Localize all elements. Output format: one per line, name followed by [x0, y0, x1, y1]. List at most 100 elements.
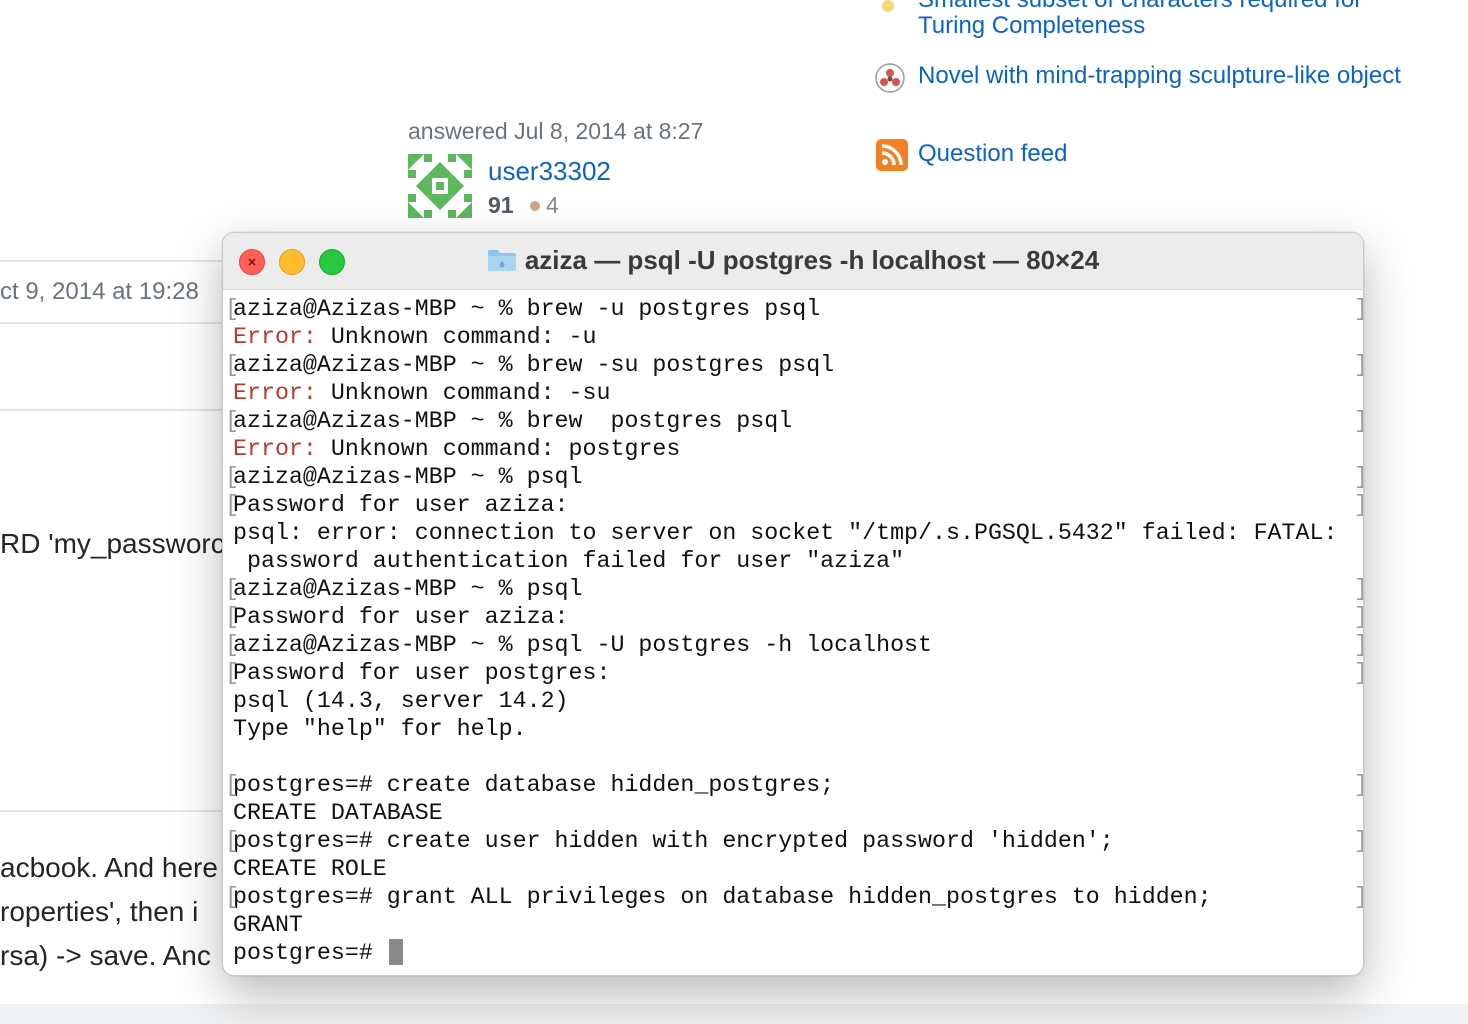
question-feed-link[interactable]: Question feed — [918, 140, 1067, 168]
terminal-line: postgres=# — [233, 939, 1353, 967]
mark-bracket-right: ] — [1354, 463, 1363, 491]
mark-bracket-right: ] — [1354, 603, 1363, 631]
terminal-output[interactable]: [aziza@Azizas-MBP ~ % brew -u postgres p… — [225, 295, 1363, 967]
terminal-line: Error: Unknown command: -u — [233, 323, 1353, 351]
terminal-line-text: Unknown command: postgres — [316, 436, 681, 462]
terminal-line-text: aziza@Azizas-MBP ~ % brew -su postgres p… — [233, 352, 835, 378]
terminal-line: Error: Unknown command: -su — [233, 379, 1353, 407]
terminal-line: [aziza@Azizas-MBP ~ % brew -u postgres p… — [225, 295, 1363, 323]
mark-bracket-left: [ — [225, 296, 239, 322]
terminal-line-text: Password for user aziza: — [233, 492, 569, 518]
error-label: Error: — [233, 324, 317, 350]
terminal-line: [Password for user aziza:] — [225, 603, 1363, 631]
answer-text: RD 'my_passworc — [0, 528, 225, 559]
hot-question-link[interactable]: Turing Completeness — [918, 12, 1145, 40]
terminal-line-text: postgres=# create user hidden with encry… — [233, 828, 1114, 854]
terminal-line-text: postgres=# create database hidden_postgr… — [233, 772, 835, 798]
terminal-line-text: Password for user aziza: — [233, 604, 569, 630]
mark-bracket-right: ] — [1354, 351, 1363, 379]
terminal-line-text: aziza@Azizas-MBP ~ % brew postgres psql — [233, 408, 793, 434]
identicon-avatar[interactable] — [408, 154, 472, 218]
terminal-line: [postgres=# create user hidden with encr… — [225, 827, 1363, 855]
terminal-line: Error: Unknown command: postgres — [233, 435, 1353, 463]
terminal-line: Type "help" for help. — [233, 715, 1353, 743]
divider — [0, 409, 224, 411]
mark-bracket-right: ] — [1354, 771, 1363, 799]
mark-bracket-left: [ — [225, 576, 239, 602]
bronze-badge-count: 4 — [546, 192, 559, 218]
terminal-line-text: CREATE DATABASE — [233, 800, 443, 826]
answer-text: acbook. And here — [0, 852, 218, 883]
rss-icon — [876, 139, 908, 171]
user-name-link[interactable]: user33302 — [488, 156, 611, 187]
terminal-window[interactable]: aziza — psql -U postgres -h localhost — … — [222, 232, 1364, 976]
error-label: Error: — [233, 436, 317, 462]
mark-bracket-left: [ — [225, 352, 239, 378]
folder-icon — [487, 250, 516, 271]
terminal-line: GRANT — [233, 911, 1353, 939]
terminal-line: [Password for user aziza:] — [225, 491, 1363, 519]
site-icon — [874, 62, 906, 94]
mark-bracket-right: ] — [1354, 407, 1363, 435]
terminal-line: [aziza@Azizas-MBP ~ % brew -su postgres … — [225, 351, 1363, 379]
terminal-line: psql: error: connection to server on soc… — [233, 519, 1353, 547]
terminal-line-text: aziza@Azizas-MBP ~ % psql — [233, 576, 583, 602]
page-footer-strip — [0, 1004, 1468, 1024]
terminal-line: CREATE DATABASE — [233, 799, 1353, 827]
user-reputation: 91 — [488, 192, 514, 218]
terminal-line-text: CREATE ROLE — [233, 856, 387, 882]
terminal-line: password authentication failed for user … — [233, 547, 1353, 575]
text-cursor — [388, 939, 403, 965]
mark-bracket-right: ] — [1354, 631, 1363, 659]
terminal-line: [postgres=# create database hidden_postg… — [225, 771, 1363, 799]
terminal-line-text: psql: error: connection to server on soc… — [233, 520, 1338, 546]
terminal-line-text: postgres=# — [233, 940, 387, 966]
window-title-text: aziza — psql -U postgres -h localhost — … — [524, 245, 1100, 275]
terminal-line: [aziza@Azizas-MBP ~ % psql -U postgres -… — [225, 631, 1363, 659]
window-title: aziza — psql -U postgres -h localhost — … — [223, 245, 1363, 276]
mark-bracket-left: [ — [225, 408, 239, 434]
mark-bracket-left: [ — [225, 772, 239, 798]
answered-timestamp[interactable]: answered Jul 8, 2014 at 8:27 — [408, 118, 703, 145]
mark-bracket-left: [ — [225, 604, 239, 630]
terminal-line-text: aziza@Azizas-MBP ~ % brew -u postgres ps… — [233, 296, 821, 322]
mark-bracket-right: ] — [1354, 827, 1363, 855]
mark-bracket-right: ] — [1354, 883, 1363, 911]
hot-question-link[interactable]: Novel with mind-trapping sculpture-like … — [918, 62, 1401, 90]
mark-bracket-left: [ — [225, 492, 239, 518]
error-label: Error: — [233, 380, 317, 406]
mark-bracket-left: [ — [225, 884, 239, 910]
answer-text: rsa) -> save. Anc — [0, 940, 211, 971]
terminal-line-text: Unknown command: -u — [316, 324, 597, 350]
terminal-titlebar[interactable]: aziza — psql -U postgres -h localhost — … — [223, 233, 1363, 290]
terminal-line: CREATE ROLE — [233, 855, 1353, 883]
mark-bracket-left: [ — [225, 632, 239, 658]
bronze-badge-icon — [530, 201, 540, 211]
mark-bracket-left: [ — [225, 828, 239, 854]
divider — [0, 260, 224, 262]
terminal-line-text: aziza@Azizas-MBP ~ % psql — [233, 464, 583, 490]
hot-question-icon — [882, 0, 894, 12]
terminal-line: [aziza@Azizas-MBP ~ % psql] — [225, 463, 1363, 491]
divider — [0, 322, 224, 324]
mark-bracket-left: [ — [225, 660, 239, 686]
comment-date[interactable]: ct 9, 2014 at 19:28 — [0, 278, 199, 306]
terminal-line-text: psql (14.3, server 14.2) — [233, 688, 569, 714]
answer-text: roperties', then i — [0, 896, 199, 927]
divider — [0, 810, 224, 812]
terminal-line-text: password authentication failed for user … — [233, 548, 905, 574]
mark-bracket-right: ] — [1354, 491, 1363, 519]
terminal-line-text: postgres=# grant ALL privileges on datab… — [233, 884, 1212, 910]
mark-bracket-right: ] — [1354, 659, 1363, 687]
terminal-line: psql (14.3, server 14.2) — [233, 687, 1353, 715]
terminal-line: [postgres=# grant ALL privileges on data… — [225, 883, 1363, 911]
terminal-line: [aziza@Azizas-MBP ~ % psql] — [225, 575, 1363, 603]
mark-bracket-right: ] — [1354, 575, 1363, 603]
terminal-line-text: Type "help" for help. — [233, 716, 527, 742]
terminal-line-text: Unknown command: -su — [316, 380, 611, 406]
terminal-line-text: GRANT — [233, 912, 303, 938]
terminal-line-text: Password for user postgres: — [233, 660, 611, 686]
mark-bracket-right: ] — [1354, 295, 1363, 323]
terminal-line-text: aziza@Azizas-MBP ~ % psql -U postgres -h… — [233, 632, 933, 658]
